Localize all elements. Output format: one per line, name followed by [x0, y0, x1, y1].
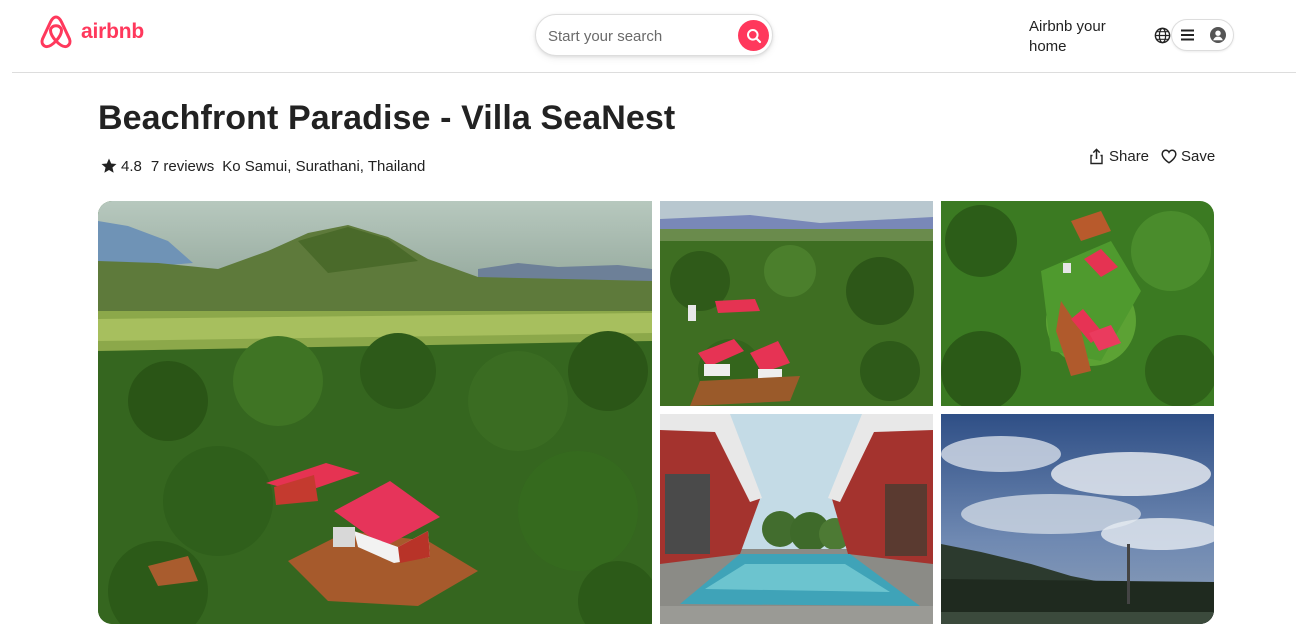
save-button[interactable]: Save: [1161, 148, 1215, 165]
airbnb-logo[interactable]: airbnb: [37, 12, 144, 52]
menu-icon: [1181, 29, 1194, 41]
main-photo[interactable]: [98, 201, 652, 624]
location-link[interactable]: Ko Samui, Surathani, Thailand: [222, 158, 425, 175]
airbnb-belo-icon: [40, 15, 72, 49]
pool-photo: [660, 414, 933, 624]
brand-name: airbnb: [81, 20, 144, 43]
header-divider: [12, 72, 1296, 73]
gallery-photo-3[interactable]: [941, 201, 1214, 406]
gallery-photo-5[interactable]: [941, 414, 1214, 624]
search-input[interactable]: [546, 24, 730, 48]
save-label: Save: [1181, 148, 1216, 165]
share-label: Share: [1109, 148, 1150, 165]
user-menu-button[interactable]: [1171, 19, 1234, 51]
search-bar[interactable]: [535, 14, 773, 56]
heart-icon: [1161, 149, 1177, 164]
search-button[interactable]: [738, 20, 769, 51]
gallery-photo-4[interactable]: [660, 414, 933, 624]
globe-icon[interactable]: [1153, 26, 1172, 45]
aerial-houses-photo: [660, 201, 933, 406]
share-icon: [1090, 148, 1103, 165]
photo-gallery: [98, 201, 1214, 624]
listing-title: Beachfront Paradise - Villa SeaNest: [98, 99, 676, 137]
star-icon: [101, 158, 117, 173]
aerial-villa-photo: [98, 201, 652, 624]
top-down-aerial-photo: [941, 201, 1214, 406]
reviews-link[interactable]: 7 reviews: [151, 158, 214, 175]
sky-photo: [941, 414, 1214, 624]
user-avatar-icon: [1210, 27, 1226, 43]
listing-actions: Share Save: [1089, 148, 1215, 165]
gallery-photo-2[interactable]: [660, 201, 933, 406]
rating-value: 4.8: [121, 157, 142, 175]
top-navbar: airbnb Airbnb your home: [0, 0, 1297, 73]
listing-meta: 4.8 7 reviews Ko Samui, Surathani, Thail…: [100, 157, 425, 175]
host-your-home-link[interactable]: Airbnb your home: [1029, 17, 1129, 57]
search-icon: [746, 28, 761, 43]
share-button[interactable]: Share: [1089, 148, 1149, 165]
